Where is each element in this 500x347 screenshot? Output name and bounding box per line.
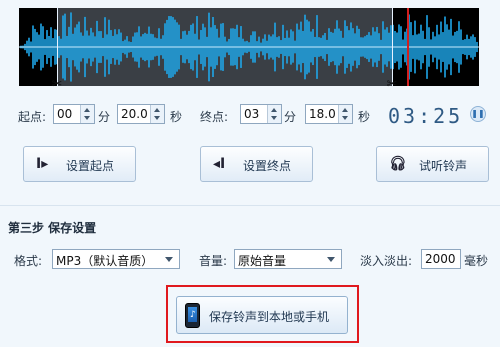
arrow-up-icon[interactable] <box>271 108 277 112</box>
chevron-down-icon[interactable] <box>327 257 335 262</box>
end-second-unit: 秒 <box>358 110 371 124</box>
set-start-icon: I▸ <box>36 156 49 172</box>
set-end-icon: ◂I <box>213 156 226 172</box>
set-start-button[interactable]: I▸ 设置起点 <box>23 146 136 182</box>
set-end-label: 设置终点 <box>243 159 292 173</box>
end-marker-line[interactable] <box>392 8 393 86</box>
start-second-value: 20.0 <box>121 107 148 121</box>
playback-time-display: 03:25 <box>388 104 464 128</box>
time-controls: 起点: 00 分 20.0 秒 终点: 03 分 18.0 秒 03:25 ❚❚ <box>0 104 500 128</box>
arrow-up-icon[interactable] <box>154 108 160 112</box>
set-end-button[interactable]: ◂I 设置终点 <box>200 146 313 182</box>
fade-label: 淡入淡出: <box>360 254 413 268</box>
save-ringtone-button[interactable]: ♪ 保存铃声到本地或手机 <box>176 296 348 334</box>
start-marker-line[interactable] <box>57 8 58 86</box>
start-second-arrows[interactable] <box>150 105 164 123</box>
start-second-spinner[interactable]: 20.0 <box>117 104 165 124</box>
set-start-label: 设置起点 <box>66 159 115 173</box>
phone-icon: ♪ <box>185 303 200 328</box>
start-label: 起点: <box>18 110 47 124</box>
format-label: 格式: <box>14 254 43 268</box>
end-scissors-icon[interactable]: ✂ <box>386 78 398 92</box>
volume-label: 音量: <box>199 254 228 268</box>
end-minute-unit: 分 <box>284 110 297 124</box>
fade-unit: 毫秒 <box>464 254 489 268</box>
playhead <box>407 8 409 86</box>
end-second-arrows[interactable] <box>338 105 352 123</box>
start-minute-unit: 分 <box>98 110 111 124</box>
format-value: MP3（默认音质） <box>56 254 154 268</box>
section-divider <box>0 205 500 206</box>
arrow-down-icon[interactable] <box>271 116 277 120</box>
arrow-down-icon[interactable] <box>154 116 160 120</box>
volume-select[interactable]: 原始音量 <box>234 249 342 269</box>
waveform-editor[interactable] <box>19 8 479 86</box>
save-ringtone-label: 保存铃声到本地或手机 <box>209 310 330 324</box>
fade-value: 2000 <box>425 252 456 266</box>
pause-icon: ❚❚ <box>471 109 485 118</box>
cropped-header <box>0 0 500 8</box>
end-minute-spinner[interactable]: 03 <box>240 104 282 124</box>
end-second-value: 18.0 <box>309 107 336 121</box>
preview-label: 试听铃声 <box>419 159 468 173</box>
save-settings-title: 第三步 保存设置 <box>8 221 97 235</box>
fade-duration-input[interactable]: 2000 <box>421 249 461 269</box>
end-second-spinner[interactable]: 18.0 <box>305 104 353 124</box>
arrow-up-icon[interactable] <box>342 108 348 112</box>
chevron-down-icon[interactable] <box>165 257 173 262</box>
arrow-up-icon[interactable] <box>84 108 90 112</box>
arrow-down-icon[interactable] <box>342 116 348 120</box>
end-label: 终点: <box>200 110 229 124</box>
start-minute-spinner[interactable]: 00 <box>53 104 95 124</box>
start-second-unit: 秒 <box>170 110 183 124</box>
end-minute-value: 03 <box>244 107 260 121</box>
pause-button[interactable]: ❚❚ <box>470 106 486 122</box>
waveform-graphic <box>19 12 479 82</box>
volume-value: 原始音量 <box>238 254 287 268</box>
arrow-down-icon[interactable] <box>84 116 90 120</box>
end-minute-arrows[interactable] <box>267 105 281 123</box>
format-select[interactable]: MP3（默认音质） <box>52 249 180 269</box>
preview-ringtone-button[interactable]: 🎧︎ 试听铃声 <box>376 146 489 182</box>
start-minute-arrows[interactable] <box>80 105 94 123</box>
start-scissors-icon[interactable]: ✂ <box>51 78 63 92</box>
start-minute-value: 00 <box>57 107 73 121</box>
headphones-icon: 🎧︎ <box>389 156 407 172</box>
